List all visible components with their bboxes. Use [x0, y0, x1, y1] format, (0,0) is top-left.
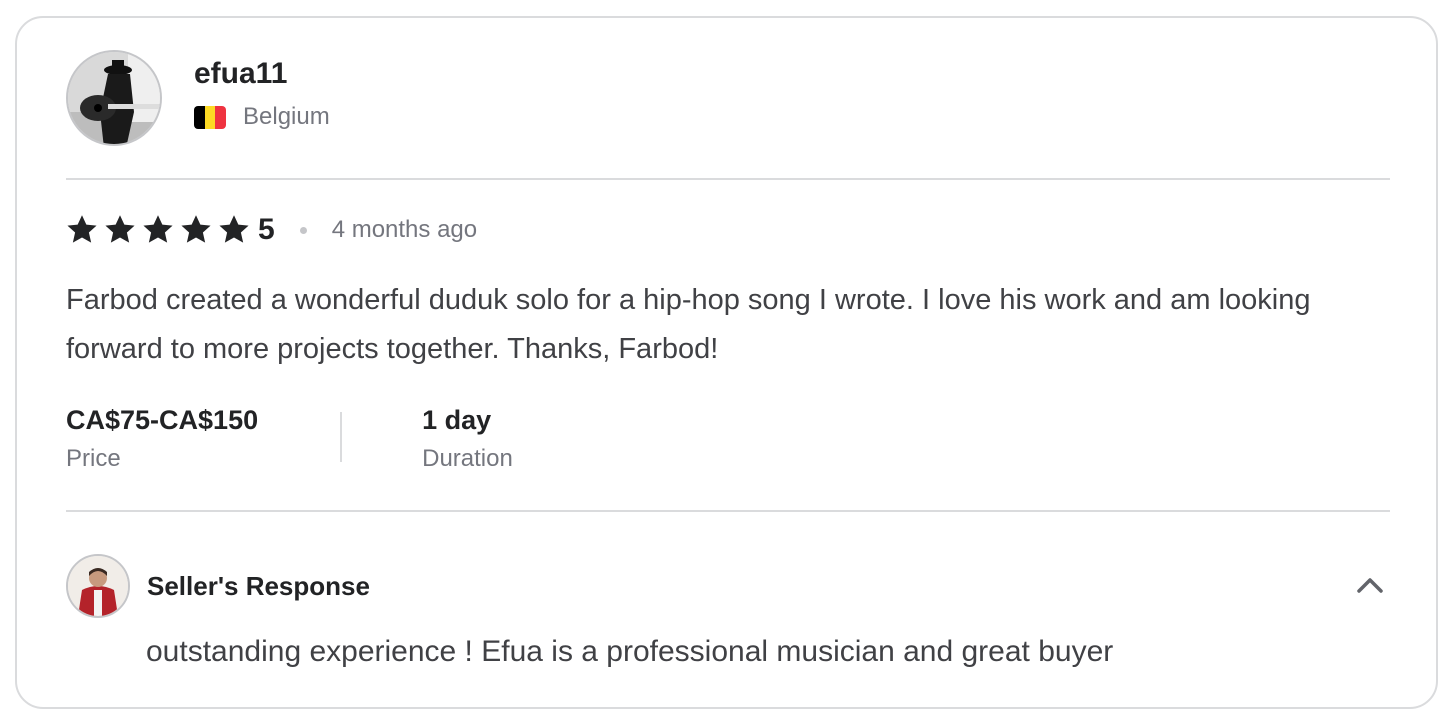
- review-text: Farbod created a wonderful duduk solo fo…: [66, 284, 1311, 365]
- duration-block: 1 day Duration: [422, 400, 513, 478]
- header-divider: [66, 178, 1390, 180]
- seller-avatar: [66, 554, 130, 618]
- reviewer-country: Belgium: [194, 102, 330, 132]
- rating-value: 5: [258, 213, 275, 246]
- star-icon: [178, 212, 216, 248]
- meta-bottom-divider: [66, 510, 1390, 512]
- review-time: 4 months ago: [331, 216, 478, 243]
- reviewer-username[interactable]: efua11: [194, 52, 330, 96]
- star-icon: [64, 212, 102, 248]
- review-card: efua11 Belgium 5 4 months ago Farbod cre…: [15, 16, 1438, 709]
- price-block: CA$75-CA$150 Price: [66, 400, 258, 478]
- country-name: Belgium: [243, 103, 330, 130]
- order-meta: CA$75-CA$150 Price 1 day Duration: [66, 400, 513, 478]
- chevron-up-icon[interactable]: [1354, 570, 1386, 602]
- rating-row: 5 4 months ago: [64, 210, 477, 250]
- price-value: CA$75-CA$150: [66, 405, 259, 435]
- seller-response-title: Seller's Response: [147, 570, 370, 601]
- seller-response-header[interactable]: Seller's Response: [66, 554, 1390, 618]
- star-icon: [102, 212, 140, 248]
- meta-divider: [340, 412, 343, 462]
- duration-label: Duration: [422, 445, 513, 472]
- star-icon: [140, 212, 178, 248]
- belgium-flag-icon: [194, 105, 226, 129]
- price-label: Price: [66, 445, 121, 472]
- duration-value: 1 day: [422, 405, 492, 435]
- star-icon: [216, 212, 254, 248]
- reviewer-header: efua11 Belgium: [66, 50, 330, 146]
- separator-dot: [299, 226, 307, 234]
- reviewer-avatar[interactable]: [66, 50, 162, 146]
- star-rating: [64, 212, 254, 248]
- seller-response-text: outstanding experience ! Efua is a profe…: [146, 635, 1114, 668]
